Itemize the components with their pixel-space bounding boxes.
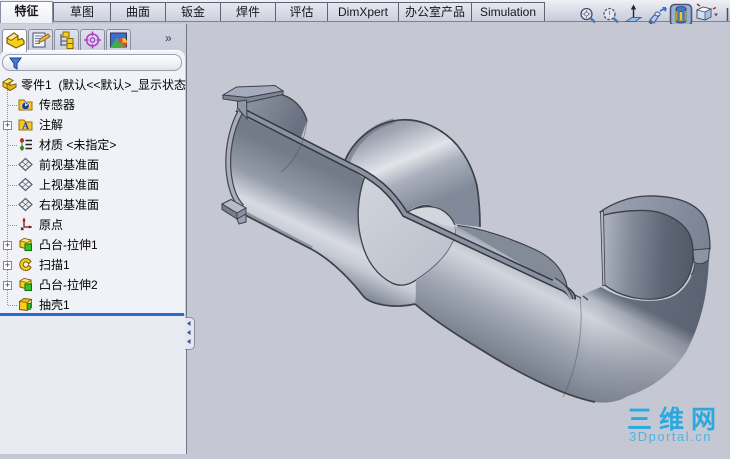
svg-text:A: A — [22, 122, 29, 132]
